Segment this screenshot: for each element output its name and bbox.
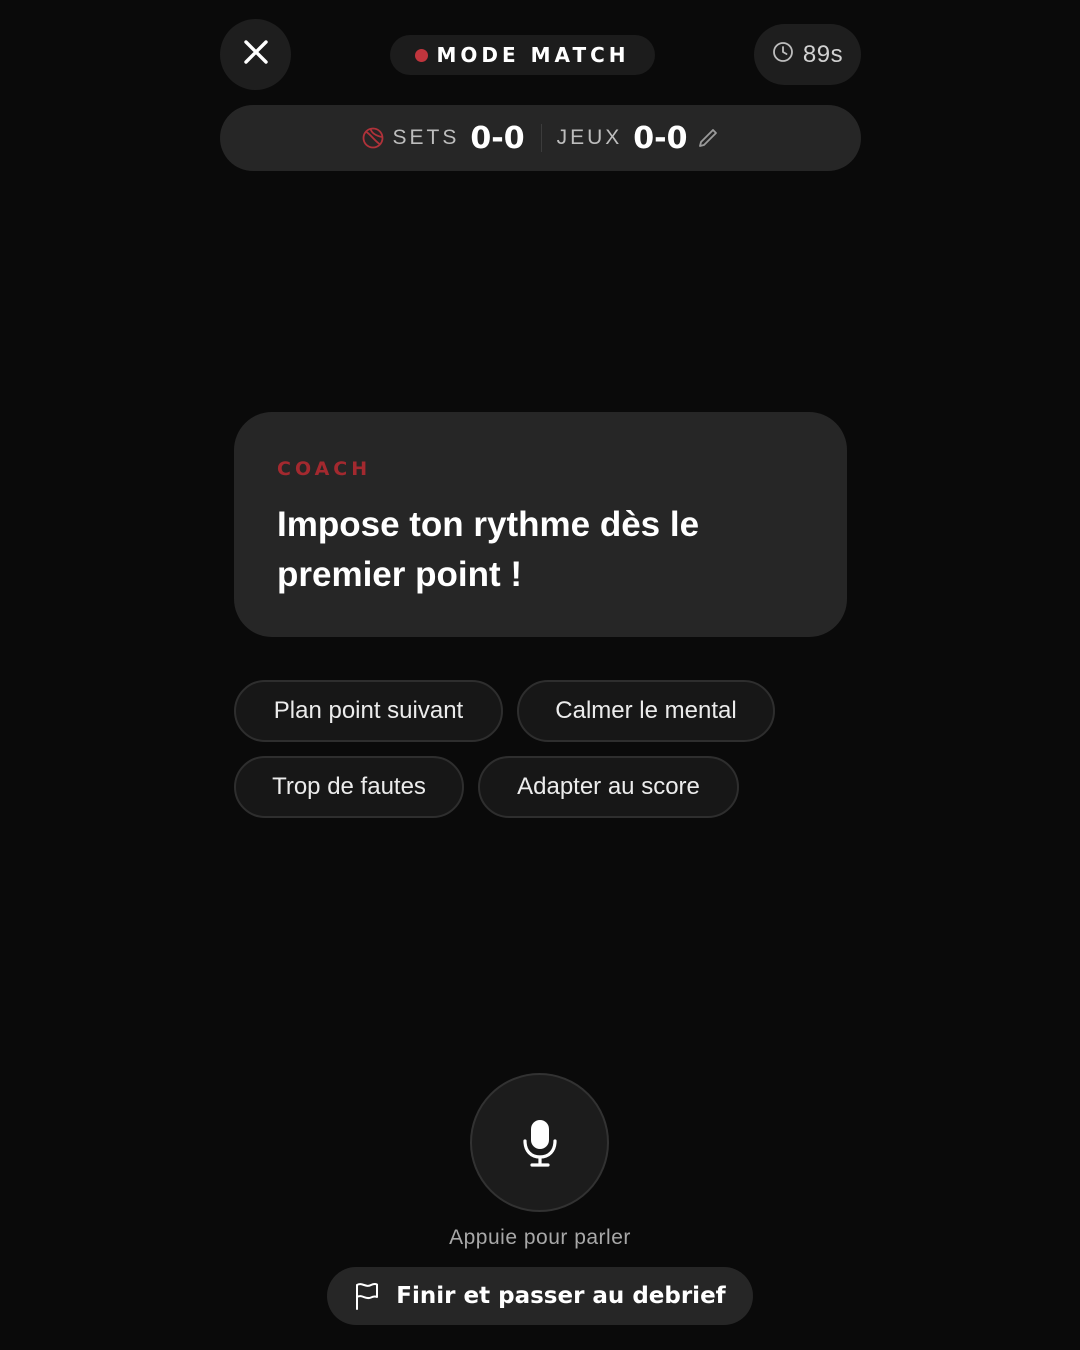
chip-label: Plan point suivant [273, 697, 464, 724]
finish-label: Finir et passer au debrief [396, 1283, 726, 1309]
live-dot-icon [415, 48, 429, 62]
games-label: JEUX [556, 126, 623, 149]
coach-label: COACH [277, 458, 372, 480]
timer-badge: 89s [754, 24, 861, 85]
flag-icon [354, 1282, 380, 1310]
pencil-icon[interactable] [697, 127, 719, 149]
chip-label: Calmer le mental [555, 697, 737, 724]
chip-label: Trop de fautes [272, 773, 426, 800]
chip-adapter-au-score[interactable]: Adapter au score [478, 756, 739, 818]
finish-debrief-button[interactable]: Finir et passer au debrief [327, 1267, 753, 1325]
coach-card: COACH Impose ton rythme dès le premier p… [234, 412, 847, 637]
score-divider [540, 124, 542, 152]
sets-value: 0-0 [470, 120, 525, 156]
games-value: 0-0 [633, 120, 688, 156]
tennis-ball-icon [362, 127, 384, 149]
chip-calmer-le-mental[interactable]: Calmer le mental [517, 680, 775, 742]
chip-label: Adapter au score [517, 773, 700, 800]
sets-score: SETS 0-0 [362, 121, 525, 156]
close-icon [243, 39, 269, 70]
clock-icon [772, 41, 794, 68]
sets-label: SETS [392, 126, 460, 149]
chip-plan-point-suivant[interactable]: Plan point suivant [234, 680, 503, 742]
mode-label: MODE MATCH [436, 43, 630, 67]
chip-trop-de-fautes[interactable]: Trop de fautes [234, 756, 464, 818]
timer-value: 89s [802, 40, 844, 68]
coach-message: Impose ton rythme dès le premier point ! [277, 505, 700, 594]
score-bar[interactable]: SETS 0-0 JEUX 0-0 [220, 105, 861, 171]
microphone-button[interactable] [470, 1073, 609, 1212]
mic-hint: Appuie pour parler [449, 1226, 631, 1249]
mode-badge: MODE MATCH [390, 35, 655, 75]
microphone-icon [522, 1119, 558, 1167]
games-score: JEUX 0-0 [557, 121, 720, 156]
close-button[interactable] [220, 19, 291, 90]
